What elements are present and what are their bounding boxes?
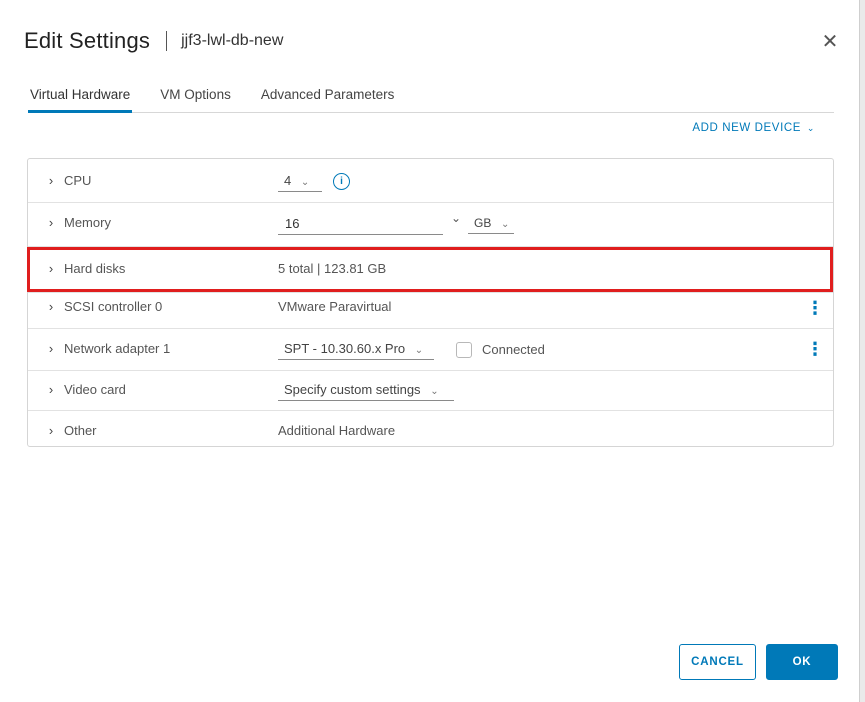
scsi-type: VMware Paravirtual [278,299,392,314]
memory-unit-select[interactable]: GB ⌄ [468,213,514,234]
dialog-header: Edit Settings jjf3-lwl-db-new [24,28,283,54]
memory-input[interactable]: 16 [278,213,443,235]
ok-button[interactable]: OK [766,644,838,680]
row-label-memory: Memory [64,215,111,230]
expand-chevron-icon[interactable]: › [44,299,58,314]
connected-label: Connected [482,342,545,357]
row-label-other: Other [64,423,97,438]
expand-chevron-icon[interactable]: › [44,173,58,188]
cpu-value: 4 [284,173,292,188]
vm-name: jjf3-lwl-db-new [181,32,284,49]
info-icon[interactable]: i [333,173,350,190]
row-network-adapter: › Network adapter 1 SPT - 10.30.60.x Pro… [28,329,833,371]
row-label-video: Video card [64,382,126,397]
kebab-menu-icon[interactable]: ⋮ [806,340,824,358]
tab-bar: Virtual Hardware VM Options Advanced Par… [28,84,834,113]
chevron-down-icon: ⌄ [300,177,310,188]
expand-chevron-icon[interactable]: › [44,382,58,397]
chevron-down-icon: ⌄ [500,219,510,230]
network-value: SPT - 10.30.60.x Pro [284,341,406,356]
row-label-scsi: SCSI controller 0 [64,299,163,314]
expand-chevron-icon[interactable]: › [44,261,58,276]
add-new-device-label: ADD NEW DEVICE [692,122,802,134]
cpu-select[interactable]: 4 ⌄ [278,171,322,192]
title-separator [166,31,168,51]
row-other: › Other Additional Hardware [28,411,833,446]
close-icon[interactable]: ✕ [818,30,842,54]
kebab-menu-icon[interactable]: ⋮ [806,299,824,317]
row-cpu: › CPU 4 ⌄ i [28,159,833,203]
row-label-hard-disks: Hard disks [64,261,126,276]
hardware-grid: › CPU 4 ⌄ i › Memory 16 ⌄ GB ⌄ › Hard di… [27,158,834,447]
video-value: Specify custom settings [284,382,421,397]
expand-chevron-icon[interactable]: › [44,423,58,438]
expand-chevron-icon[interactable]: › [44,341,58,356]
dialog-title: Edit Settings [24,28,151,53]
add-new-device-button[interactable]: ADD NEW DEVICE ⌄ [692,122,815,134]
row-label-network: Network adapter 1 [64,341,171,356]
row-video-card: › Video card Specify custom settings ⌄ [28,371,833,411]
connected-checkbox[interactable] [456,342,472,358]
background-window-edge [860,0,865,702]
tab-vm-options[interactable]: VM Options [158,84,233,110]
cancel-button[interactable]: CANCEL [679,644,756,680]
expand-chevron-icon[interactable]: › [44,215,58,230]
video-select[interactable]: Specify custom settings ⌄ [278,380,454,401]
network-select[interactable]: SPT - 10.30.60.x Pro ⌄ [278,339,434,360]
row-scsi-controller: › SCSI controller 0 VMware Paravirtual ⋮ [28,293,833,329]
hard-disks-summary: 5 total | 123.81 GB [278,261,387,276]
row-hard-disks: › Hard disks 5 total | 123.81 GB [28,247,833,293]
chevron-down-icon: ⌄ [430,386,439,397]
chevron-down-icon: ⌄ [806,123,815,133]
edit-settings-dialog: Edit Settings jjf3-lwl-db-new ✕ Virtual … [0,0,860,702]
tab-virtual-hardware[interactable]: Virtual Hardware [28,84,133,113]
tab-advanced-parameters[interactable]: Advanced Parameters [259,84,397,110]
row-label-cpu: CPU [64,173,92,188]
memory-step-chevron-icon[interactable]: ⌄ [451,211,461,225]
other-value: Additional Hardware [278,423,396,438]
memory-unit: GB [474,216,492,230]
chevron-down-icon: ⌄ [414,345,424,356]
row-memory: › Memory 16 ⌄ GB ⌄ [28,203,833,247]
